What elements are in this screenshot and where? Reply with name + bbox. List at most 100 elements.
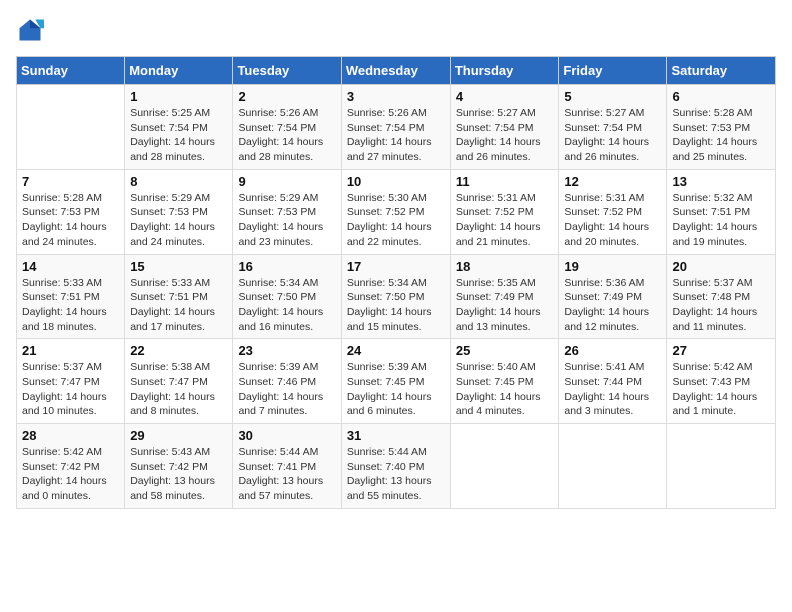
header-wednesday: Wednesday: [341, 57, 450, 85]
day-info: Sunrise: 5:26 AM Sunset: 7:54 PM Dayligh…: [238, 106, 335, 165]
day-cell: 13Sunrise: 5:32 AM Sunset: 7:51 PM Dayli…: [667, 169, 776, 254]
day-info: Sunrise: 5:31 AM Sunset: 7:52 PM Dayligh…: [564, 191, 661, 250]
day-info: Sunrise: 5:35 AM Sunset: 7:49 PM Dayligh…: [456, 276, 554, 335]
day-info: Sunrise: 5:40 AM Sunset: 7:45 PM Dayligh…: [456, 360, 554, 419]
day-cell: 7 Sunrise: 5:28 AM Sunset: 7:53 PM Daylig…: [17, 169, 125, 254]
day-info: Sunrise: 5:29 AM Sunset: 7:53 PM Dayligh…: [130, 191, 227, 250]
week-row-3: 14 Sunrise: 5:33 AM Sunset: 7:51 PM Dayli…: [17, 254, 776, 339]
day-number: 25: [456, 343, 554, 358]
day-info: Sunrise: 5:29 AM Sunset: 7:53 PM Dayligh…: [238, 191, 335, 250]
day-info: Sunrise: 5:39 AM Sunset: 7:45 PM Dayligh…: [347, 360, 445, 419]
day-number: 24: [347, 343, 445, 358]
day-info: Sunrise: 5:38 AM Sunset: 7:47 PM Dayligh…: [130, 360, 227, 419]
day-info: Sunrise: 5:36 AM Sunset: 7:49 PM Dayligh…: [564, 276, 661, 335]
day-cell: 18 Sunrise: 5:35 AM Sunset: 7:49 PM Dayli…: [450, 254, 559, 339]
day-number: 5: [564, 89, 661, 104]
week-row-5: 28 Sunrise: 5:42 AM Sunset: 7:42 PM Dayli…: [17, 424, 776, 509]
day-info: Sunrise: 5:33 AM Sunset: 7:51 PM Dayligh…: [22, 276, 119, 335]
day-info: Sunrise: 5:43 AM Sunset: 7:42 PM Dayligh…: [130, 445, 227, 504]
day-cell: 10 Sunrise: 5:30 AM Sunset: 7:52 PM Dayli…: [341, 169, 450, 254]
day-number: 9: [238, 174, 335, 189]
day-number: 31: [347, 428, 445, 443]
calendar-table: SundayMondayTuesdayWednesdayThursdayFrid…: [16, 56, 776, 509]
day-cell: 2 Sunrise: 5:26 AM Sunset: 7:54 PM Daylig…: [233, 85, 341, 170]
day-number: 13: [672, 174, 770, 189]
day-number: 23: [238, 343, 335, 358]
day-cell: 29 Sunrise: 5:43 AM Sunset: 7:42 PM Dayli…: [125, 424, 233, 509]
day-number: 15: [130, 259, 227, 274]
day-number: 17: [347, 259, 445, 274]
day-info: Sunrise: 5:27 AM Sunset: 7:54 PM Dayligh…: [456, 106, 554, 165]
day-number: 2: [238, 89, 335, 104]
day-info: Sunrise: 5:25 AM Sunset: 7:54 PM Dayligh…: [130, 106, 227, 165]
day-cell: [559, 424, 667, 509]
day-cell: 23 Sunrise: 5:39 AM Sunset: 7:46 PM Dayli…: [233, 339, 341, 424]
header-tuesday: Tuesday: [233, 57, 341, 85]
header-monday: Monday: [125, 57, 233, 85]
day-info: Sunrise: 5:39 AM Sunset: 7:46 PM Dayligh…: [238, 360, 335, 419]
day-number: 21: [22, 343, 119, 358]
day-number: 26: [564, 343, 661, 358]
header-friday: Friday: [559, 57, 667, 85]
header-sunday: Sunday: [17, 57, 125, 85]
day-cell: 16Sunrise: 5:34 AM Sunset: 7:50 PM Dayli…: [233, 254, 341, 339]
day-number: 3: [347, 89, 445, 104]
day-cell: [450, 424, 559, 509]
day-info: Sunrise: 5:28 AM Sunset: 7:53 PM Dayligh…: [22, 191, 119, 250]
header-thursday: Thursday: [450, 57, 559, 85]
day-cell: 8 Sunrise: 5:29 AM Sunset: 7:53 PM Daylig…: [125, 169, 233, 254]
week-row-4: 21 Sunrise: 5:37 AM Sunset: 7:47 PM Dayli…: [17, 339, 776, 424]
day-cell: 26 Sunrise: 5:41 AM Sunset: 7:44 PM Dayli…: [559, 339, 667, 424]
day-cell: 22 Sunrise: 5:38 AM Sunset: 7:47 PM Dayli…: [125, 339, 233, 424]
day-number: 12: [564, 174, 661, 189]
day-info: Sunrise: 5:34 AM Sunset: 7:50 PM Dayligh…: [238, 276, 335, 335]
day-cell: 5 Sunrise: 5:27 AM Sunset: 7:54 PM Daylig…: [559, 85, 667, 170]
day-cell: 21 Sunrise: 5:37 AM Sunset: 7:47 PM Dayli…: [17, 339, 125, 424]
day-info: Sunrise: 5:37 AM Sunset: 7:47 PM Dayligh…: [22, 360, 119, 419]
day-cell: 4 Sunrise: 5:27 AM Sunset: 7:54 PM Daylig…: [450, 85, 559, 170]
day-cell: 3 Sunrise: 5:26 AM Sunset: 7:54 PM Daylig…: [341, 85, 450, 170]
day-number: 1: [130, 89, 227, 104]
day-number: 30: [238, 428, 335, 443]
day-cell: 11 Sunrise: 5:31 AM Sunset: 7:52 PM Dayli…: [450, 169, 559, 254]
day-info: Sunrise: 5:42 AM Sunset: 7:43 PM Dayligh…: [672, 360, 770, 419]
logo: [16, 16, 48, 44]
day-number: 19: [564, 259, 661, 274]
day-cell: 6 Sunrise: 5:28 AM Sunset: 7:53 PM Daylig…: [667, 85, 776, 170]
day-cell: 1 Sunrise: 5:25 AM Sunset: 7:54 PM Daylig…: [125, 85, 233, 170]
day-cell: 9 Sunrise: 5:29 AM Sunset: 7:53 PM Daylig…: [233, 169, 341, 254]
day-number: 28: [22, 428, 119, 443]
day-cell: [667, 424, 776, 509]
day-number: 4: [456, 89, 554, 104]
day-number: 7: [22, 174, 119, 189]
day-cell: 14 Sunrise: 5:33 AM Sunset: 7:51 PM Dayli…: [17, 254, 125, 339]
day-info: Sunrise: 5:27 AM Sunset: 7:54 PM Dayligh…: [564, 106, 661, 165]
day-info: Sunrise: 5:30 AM Sunset: 7:52 PM Dayligh…: [347, 191, 445, 250]
week-row-1: 1 Sunrise: 5:25 AM Sunset: 7:54 PM Daylig…: [17, 85, 776, 170]
page-header: [16, 16, 776, 44]
day-cell: 20Sunrise: 5:37 AM Sunset: 7:48 PM Dayli…: [667, 254, 776, 339]
day-info: Sunrise: 5:41 AM Sunset: 7:44 PM Dayligh…: [564, 360, 661, 419]
day-cell: 19 Sunrise: 5:36 AM Sunset: 7:49 PM Dayli…: [559, 254, 667, 339]
day-number: 10: [347, 174, 445, 189]
day-info: Sunrise: 5:31 AM Sunset: 7:52 PM Dayligh…: [456, 191, 554, 250]
day-number: 8: [130, 174, 227, 189]
day-info: Sunrise: 5:44 AM Sunset: 7:40 PM Dayligh…: [347, 445, 445, 504]
day-info: Sunrise: 5:26 AM Sunset: 7:54 PM Dayligh…: [347, 106, 445, 165]
day-number: 27: [672, 343, 770, 358]
day-number: 14: [22, 259, 119, 274]
day-number: 18: [456, 259, 554, 274]
day-cell: [17, 85, 125, 170]
day-cell: 15Sunrise: 5:33 AM Sunset: 7:51 PM Dayli…: [125, 254, 233, 339]
day-number: 22: [130, 343, 227, 358]
logo-icon: [16, 16, 44, 44]
day-number: 29: [130, 428, 227, 443]
day-number: 11: [456, 174, 554, 189]
header-saturday: Saturday: [667, 57, 776, 85]
day-info: Sunrise: 5:42 AM Sunset: 7:42 PM Dayligh…: [22, 445, 119, 504]
calendar-header-row: SundayMondayTuesdayWednesdayThursdayFrid…: [17, 57, 776, 85]
day-info: Sunrise: 5:28 AM Sunset: 7:53 PM Dayligh…: [672, 106, 770, 165]
day-cell: 25 Sunrise: 5:40 AM Sunset: 7:45 PM Dayli…: [450, 339, 559, 424]
day-cell: 27 Sunrise: 5:42 AM Sunset: 7:43 PM Dayli…: [667, 339, 776, 424]
day-number: 6: [672, 89, 770, 104]
